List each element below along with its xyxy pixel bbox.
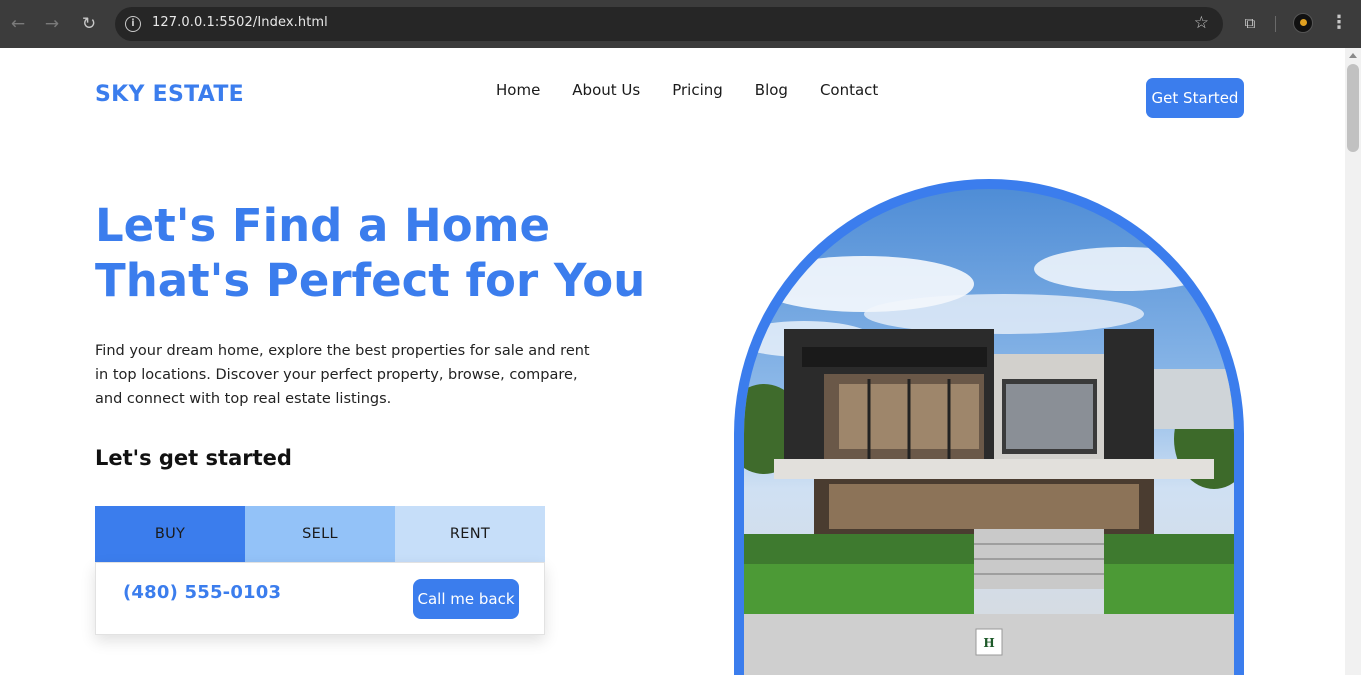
tab-buy[interactable]: BUY [95, 506, 245, 562]
call-me-back-button[interactable]: Call me back [413, 579, 519, 619]
hero-title-line-1: Let's Find a Home [95, 199, 551, 252]
phone-number[interactable]: (480) 555-0103 [123, 582, 281, 603]
scroll-up-icon[interactable] [1349, 53, 1357, 58]
browser-toolbar: ← → ↻ i 127.0.0.1:5502/Index.html ☆ ⧉ ⋮ [0, 0, 1361, 48]
profile-avatar-icon[interactable] [1293, 13, 1313, 33]
toolbar-divider [1275, 16, 1276, 32]
house-image: H [744, 189, 1234, 675]
get-started-heading: Let's get started [95, 446, 292, 470]
nav-blog[interactable]: Blog [755, 81, 788, 99]
nav-about-us[interactable]: About Us [572, 81, 640, 99]
tab-sell[interactable]: SELL [245, 506, 395, 562]
svg-text:H: H [983, 636, 994, 650]
hero-title: Let's Find a Home That's Perfect for You [95, 198, 645, 308]
main-nav: Home About Us Pricing Blog Contact [496, 81, 910, 99]
modern-house-illustration: H [744, 247, 1234, 675]
scrollbar-thumb[interactable] [1347, 64, 1359, 152]
url-text[interactable]: 127.0.0.1:5502/Index.html [152, 15, 328, 30]
hero-title-line-2: That's Perfect for You [95, 254, 646, 307]
site-info-icon[interactable]: i [125, 16, 141, 32]
listing-type-tabs: BUY SELL RENT [95, 506, 545, 562]
hero-description: Find your dream home, explore the best p… [95, 343, 590, 407]
nav-pricing[interactable]: Pricing [672, 81, 723, 99]
tab-rent[interactable]: RENT [395, 506, 545, 562]
web-page: SKY ESTATE Home About Us Pricing Blog Co… [0, 48, 1345, 675]
address-bar[interactable]: i 127.0.0.1:5502/Index.html ☆ [115, 7, 1223, 41]
site-logo[interactable]: SKY ESTATE [95, 82, 244, 107]
page-scrollbar[interactable] [1345, 48, 1361, 675]
forward-icon[interactable]: → [40, 12, 64, 36]
contact-card: (480) 555-0103 Call me back [95, 562, 545, 635]
reload-icon[interactable]: ↻ [77, 12, 101, 36]
hero-image-frame: H [734, 179, 1244, 675]
extensions-icon[interactable]: ⧉ [1239, 12, 1261, 34]
nav-home[interactable]: Home [496, 81, 540, 99]
bookmark-star-icon[interactable]: ☆ [1194, 13, 1209, 33]
get-started-button[interactable]: Get Started [1146, 78, 1244, 118]
browser-menu-icon[interactable]: ⋮ [1330, 12, 1348, 34]
nav-contact[interactable]: Contact [820, 81, 878, 99]
back-icon[interactable]: ← [6, 12, 30, 36]
